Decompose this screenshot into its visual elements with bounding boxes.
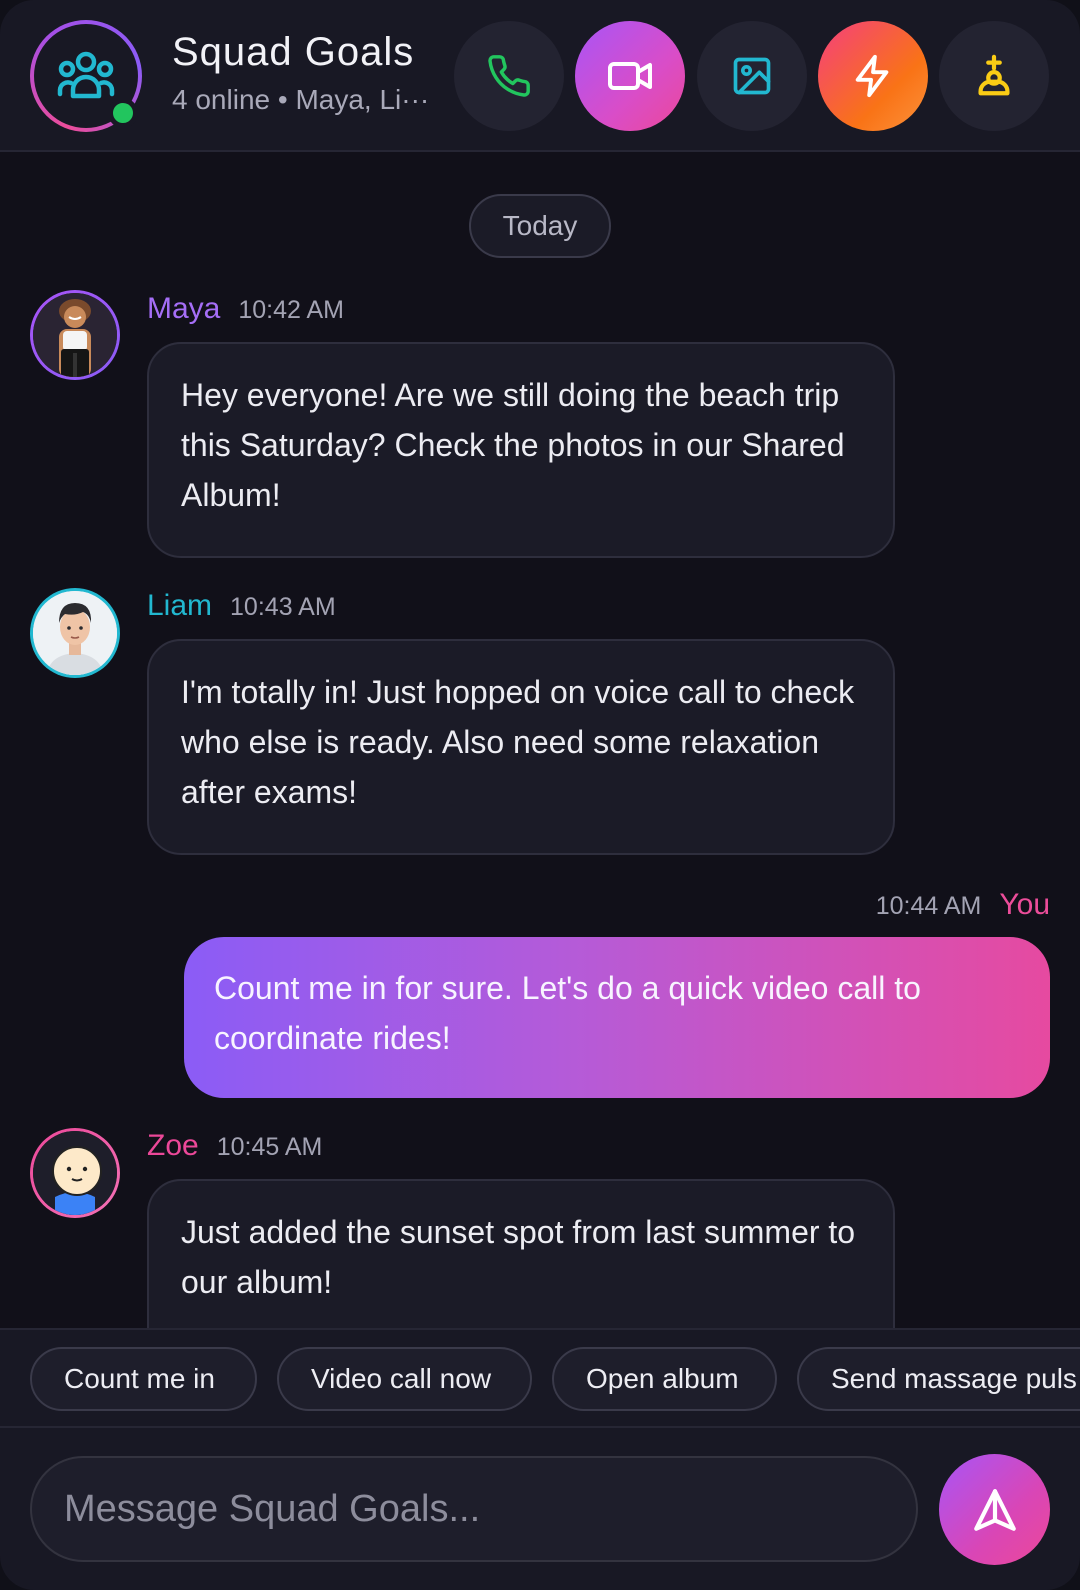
avatar-maya[interactable] bbox=[30, 290, 120, 380]
message-input[interactable] bbox=[30, 1456, 918, 1562]
message-meta: 10:44 AM You bbox=[876, 888, 1050, 922]
avatar-zoe[interactable] bbox=[30, 1128, 120, 1218]
message-meta: Zoe 10:45 AM bbox=[147, 1129, 322, 1163]
video-call-button[interactable] bbox=[575, 21, 685, 131]
phone-icon bbox=[488, 55, 530, 97]
message-time: 10:42 AM bbox=[238, 296, 344, 324]
add-user-icon bbox=[978, 54, 1010, 96]
sender-name: You bbox=[999, 888, 1050, 921]
own-message-bubble[interactable]: Count me in for sure. Let's do a quick v… bbox=[184, 937, 1050, 1098]
message-time: 10:44 AM bbox=[875, 892, 982, 920]
message-bubble[interactable]: Hey everyone! Are we still doing the bea… bbox=[147, 342, 895, 558]
chat-app: Squad Goals 4 online • Maya, Li··· Today… bbox=[0, 0, 1080, 1590]
message-composer bbox=[0, 1428, 1080, 1590]
shared-album-button[interactable] bbox=[697, 21, 807, 131]
voice-call-button[interactable] bbox=[454, 21, 564, 131]
image-icon bbox=[733, 57, 771, 95]
chat-subtitle: 4 online • Maya, Li··· bbox=[172, 84, 430, 115]
date-divider: Today bbox=[469, 194, 611, 258]
message-list[interactable]: Today Maya 10:42 AM Hey everyone! Are we … bbox=[0, 152, 1080, 1328]
lightning-icon bbox=[855, 54, 889, 98]
quick-reply-chip[interactable]: Count me in bbox=[30, 1347, 257, 1411]
chat-header: Squad Goals 4 online • Maya, Li··· bbox=[0, 0, 1080, 152]
message-bubble[interactable]: Just added the sunset spot from last sum… bbox=[147, 1179, 895, 1328]
zoe-avatar-image bbox=[33, 1131, 117, 1215]
message-time: 10:43 AM bbox=[230, 593, 336, 621]
quick-reply-chip[interactable]: Send massage puls bbox=[797, 1347, 1080, 1411]
message-meta: Maya 10:42 AM bbox=[147, 292, 344, 326]
add-member-button[interactable] bbox=[939, 21, 1049, 131]
message-time: 10:45 AM bbox=[216, 1133, 323, 1161]
sender-name[interactable]: Maya bbox=[147, 292, 220, 325]
sender-name[interactable]: Zoe bbox=[147, 1129, 199, 1162]
group-icon bbox=[57, 51, 115, 99]
maya-avatar-image bbox=[33, 293, 117, 377]
chat-title: Squad Goals bbox=[172, 30, 415, 74]
avatar-liam[interactable] bbox=[30, 588, 120, 678]
video-camera-icon bbox=[608, 62, 652, 90]
quick-replies-bar[interactable]: Count me in Video call now Open album Se… bbox=[0, 1328, 1080, 1428]
send-icon bbox=[973, 1488, 1016, 1531]
quick-actions-button[interactable] bbox=[818, 21, 928, 131]
message-bubble[interactable]: I'm totally in! Just hopped on voice cal… bbox=[147, 639, 895, 855]
message-meta: Liam 10:43 AM bbox=[147, 589, 336, 623]
quick-reply-chip[interactable]: Open album bbox=[552, 1347, 777, 1411]
sender-name[interactable]: Liam bbox=[147, 589, 212, 622]
quick-reply-chip[interactable]: Video call now bbox=[277, 1347, 532, 1411]
online-indicator bbox=[108, 98, 138, 128]
send-button[interactable] bbox=[939, 1454, 1050, 1565]
liam-avatar-image bbox=[33, 591, 117, 675]
